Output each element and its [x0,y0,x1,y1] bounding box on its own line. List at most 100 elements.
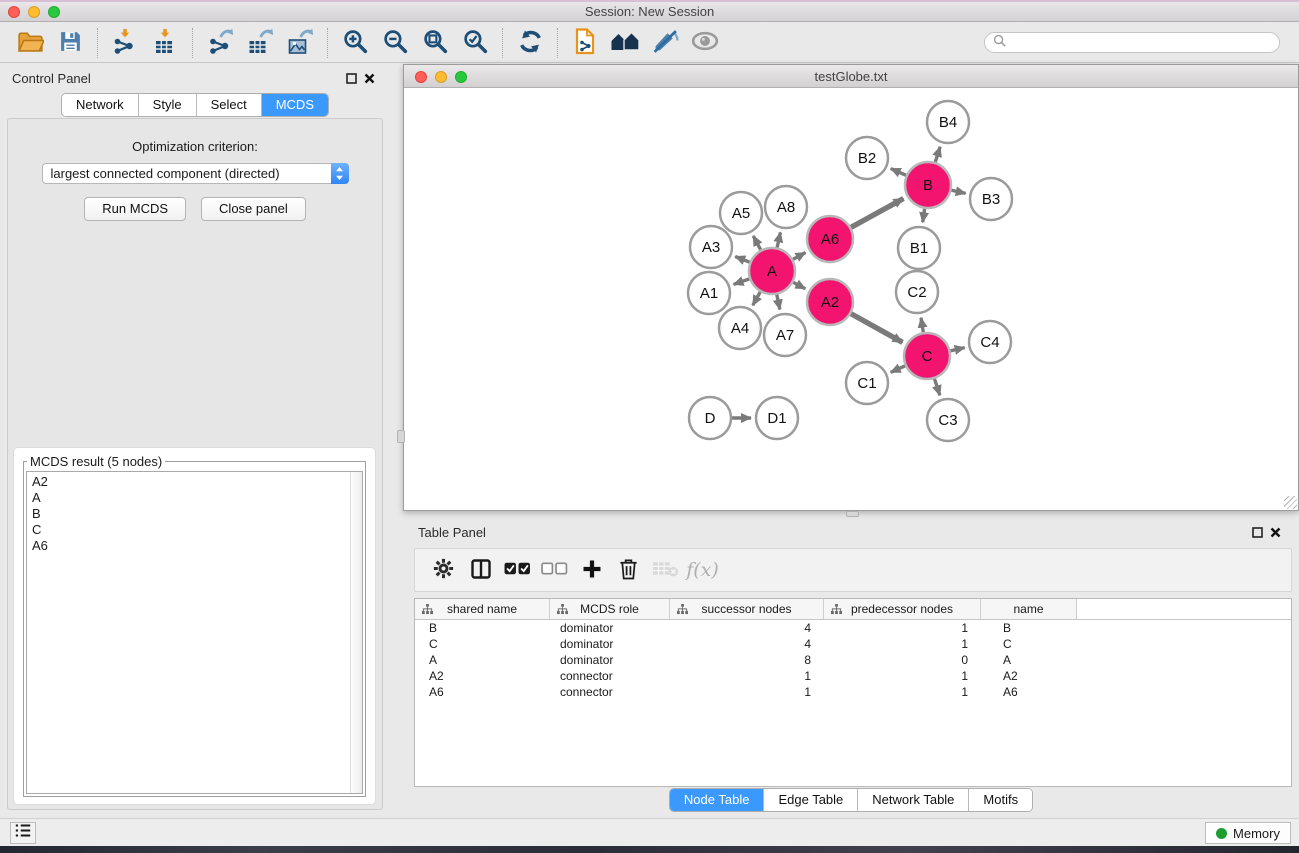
add-column-button[interactable] [573,552,610,588]
graph-node-D1[interactable]: D1 [756,397,798,439]
table-close-panel-icon[interactable] [1266,524,1284,540]
graph-node-B3[interactable]: B3 [970,178,1012,220]
open-file-button[interactable] [10,25,50,61]
horizontal-splitter-handle[interactable] [846,511,859,517]
graph-node-C4[interactable]: C4 [969,321,1011,363]
table-row[interactable]: Adominator80A [415,652,1291,668]
column-header-predecessor-nodes[interactable]: predecessor nodes [824,599,981,619]
table-row[interactable]: Cdominator41C [415,636,1291,652]
table-row[interactable]: Bdominator41B [415,620,1291,636]
delete-column-button[interactable] [610,552,647,588]
graph-node-C2[interactable]: C2 [896,271,938,313]
tab-mcds[interactable]: MCDS [262,94,328,116]
graph-node-A6[interactable]: A6 [807,216,853,262]
show-hide-eye-button[interactable] [685,25,725,61]
edge-C-C1[interactable] [891,366,905,372]
search-box[interactable] [984,32,1280,53]
edge-A-A8[interactable] [777,232,780,247]
toggle-graphics-details-button[interactable] [645,25,685,61]
close-panel-button[interactable]: Close panel [201,197,306,221]
result-list-item[interactable]: B [27,506,349,522]
run-mcds-button[interactable]: Run MCDS [84,197,186,221]
table-tab-edge-table[interactable]: Edge Table [764,789,858,811]
graph-node-A4[interactable]: A4 [719,307,761,349]
column-header-shared-name[interactable]: shared name [415,599,550,619]
zoom-out-button[interactable] [375,25,415,61]
network-canvas[interactable]: AA1A2A3A4A5A6A7A8BB1B2B3B4CC1C2C3C4DD1 [404,89,1298,510]
export-network-button[interactable] [200,25,240,61]
result-scrollbar[interactable] [350,472,362,793]
edge-C-C3[interactable] [934,379,939,395]
float-panel-icon[interactable] [342,70,360,86]
table-row[interactable]: A6connector11A6 [415,684,1291,700]
zoom-fit-button[interactable] [415,25,455,61]
edge-B-B3[interactable] [951,190,965,193]
result-list-item[interactable]: A2 [27,474,349,490]
table-row[interactable]: A2connector11A2 [415,668,1291,684]
graph-node-A5[interactable]: A5 [720,192,762,234]
column-header-name[interactable]: name [981,599,1077,619]
export-image-button[interactable] [280,25,320,61]
graph-node-A[interactable]: A [749,248,795,294]
table-tab-network-table[interactable]: Network Table [858,789,969,811]
graph-node-A1[interactable]: A1 [688,272,730,314]
resize-grip-icon[interactable] [1284,496,1297,509]
graph-node-C3[interactable]: C3 [927,399,969,441]
export-table-button[interactable] [240,25,280,61]
edge-A-A2[interactable] [793,282,805,288]
tab-select[interactable]: Select [197,94,262,116]
zoom-in-button[interactable] [335,25,375,61]
cybrowser-home-button[interactable] [605,25,645,61]
table-tab-motifs[interactable]: Motifs [969,789,1032,811]
unselect-all-columns-button[interactable] [536,552,573,588]
import-network-button[interactable] [105,25,145,61]
result-list-item[interactable]: C [27,522,349,538]
edge-C-C4[interactable] [950,348,964,351]
edge-A-A3[interactable] [735,257,749,263]
table-float-panel-icon[interactable] [1248,524,1266,540]
edge-A-A5[interactable] [753,236,760,250]
graph-node-B4[interactable]: B4 [927,101,969,143]
close-panel-icon[interactable] [360,70,378,86]
import-table-button[interactable] [145,25,185,61]
column-header-MCDS-role[interactable]: MCDS role [550,599,670,619]
column-header-successor-nodes[interactable]: successor nodes [670,599,824,619]
edge-A-A1[interactable] [734,279,750,285]
edge-A6-B[interactable] [851,199,903,228]
table-tab-node-table[interactable]: Node Table [670,789,765,811]
edge-C-C2[interactable] [921,318,923,333]
result-list-item[interactable]: A6 [27,538,349,554]
edge-A-A6[interactable] [793,253,805,260]
task-history-button[interactable] [10,822,36,844]
result-list-item[interactable]: A [27,490,349,506]
tab-style[interactable]: Style [139,94,197,116]
search-input[interactable] [1011,36,1271,50]
graph-node-B2[interactable]: B2 [846,137,888,179]
graph-node-C1[interactable]: C1 [846,362,888,404]
tab-network[interactable]: Network [62,94,139,116]
graph-node-B1[interactable]: B1 [898,227,940,269]
graph-node-C[interactable]: C [904,333,950,379]
vertical-splitter-handle[interactable] [397,430,405,443]
edge-B-B4[interactable] [935,147,940,162]
graph-node-D[interactable]: D [689,397,731,439]
save-session-button[interactable] [50,25,90,61]
column-layout-button[interactable] [462,552,499,588]
edge-B-B2[interactable] [891,169,906,176]
graph-node-A3[interactable]: A3 [690,226,732,268]
edge-A-A7[interactable] [777,295,780,310]
graph-node-A8[interactable]: A8 [765,186,807,228]
zoom-selected-button[interactable] [455,25,495,61]
graph-node-B[interactable]: B [905,162,951,208]
select-all-columns-button[interactable] [499,552,536,588]
edge-A2-C[interactable] [851,314,903,343]
settings-gear-button[interactable] [425,552,462,588]
edge-A-A4[interactable] [753,292,761,305]
graph-node-A7[interactable]: A7 [764,314,806,356]
network-window-titlebar[interactable]: testGlobe.txt [404,65,1298,88]
mcds-result-list[interactable]: A2ABCA6 [26,471,363,794]
refresh-button[interactable] [510,25,550,61]
memory-button[interactable]: Memory [1205,822,1291,844]
new-network-from-selection-button[interactable] [565,25,605,61]
criterion-dropdown[interactable]: largest connected component (directed) [42,163,349,184]
